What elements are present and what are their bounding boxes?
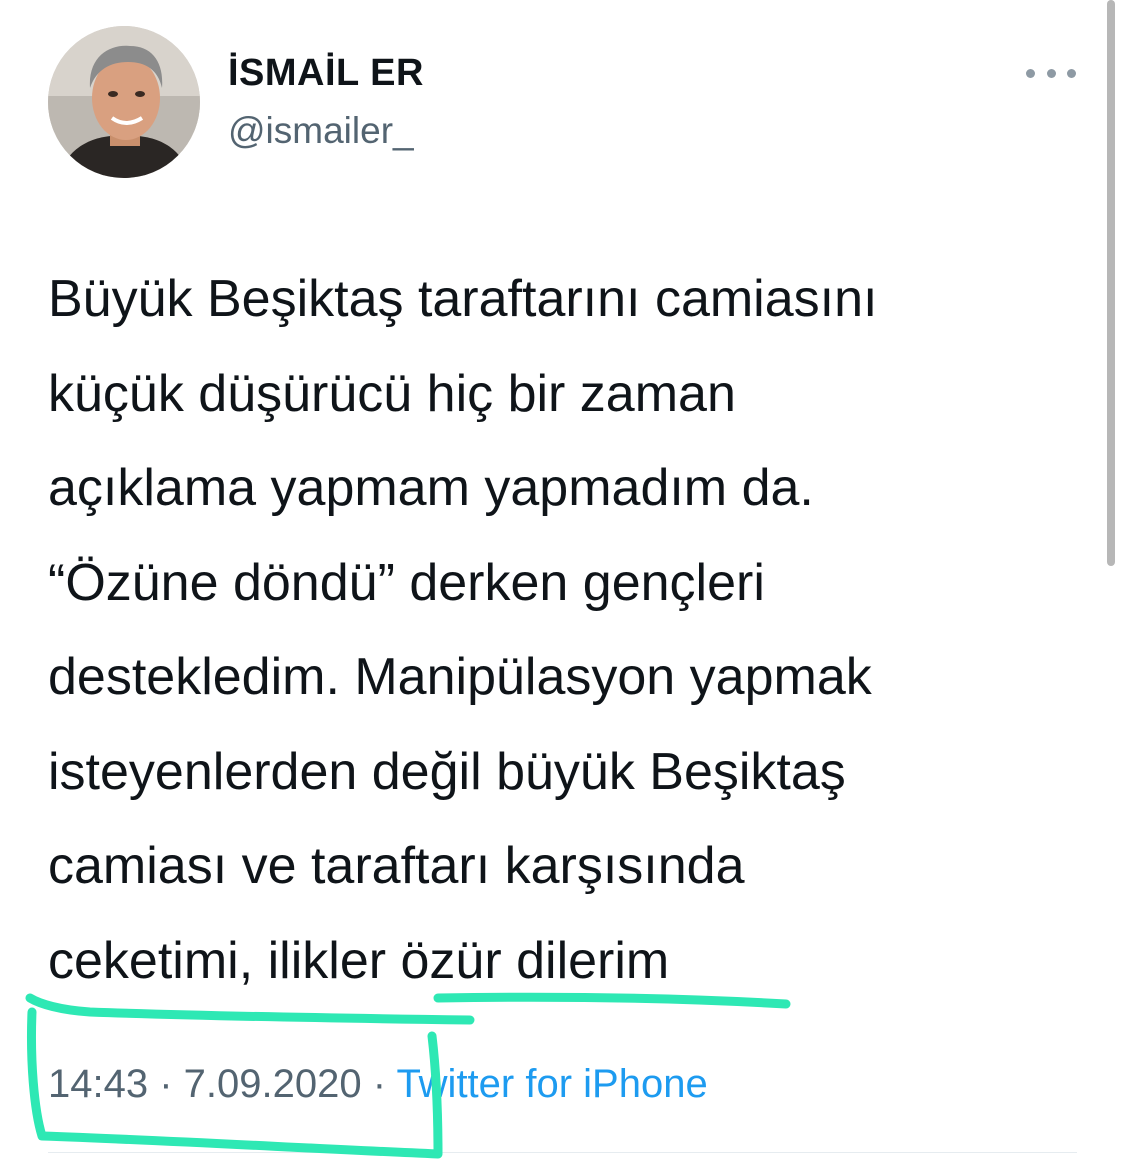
more-dot: [1046, 68, 1056, 78]
tweet-text-line: açıklama yapmam yapmadım da.: [48, 459, 814, 517]
tweet-text-line: ceketimi, ilikler özür dilerim: [48, 931, 670, 990]
divider: [48, 1152, 1077, 1153]
author-avatar[interactable]: [48, 26, 200, 178]
scrollbar[interactable]: [1107, 0, 1115, 566]
profile-photo-icon: [48, 26, 200, 178]
author-handle[interactable]: @ismailer_: [228, 110, 414, 152]
tweet-text-line: “Özüne döndü” derken gençleri: [48, 553, 765, 612]
meta-separator: ·: [361, 1062, 397, 1106]
tweet-source-link[interactable]: Twitter for iPhone: [396, 1062, 707, 1106]
more-dot: [1067, 68, 1076, 78]
meta-separator: ·: [148, 1062, 184, 1106]
tweet-text-line: destekledim. Manipülasyon yapmak: [48, 648, 872, 706]
tweet-text: Büyük Beşiktaş taraftarını camiasını küç…: [48, 252, 1058, 1008]
tweet-time[interactable]: 14:43: [48, 1062, 148, 1106]
tweet-meta: 14:43 · 7.09.2020 · Twitter for iPhone: [48, 1062, 708, 1107]
tweet-text-line: Büyük Beşiktaş taraftarını camiasını: [48, 270, 878, 328]
tweet-text-line: camiası ve taraftarı karşısında: [48, 837, 745, 895]
author-display-name[interactable]: İSMAİL ER: [228, 52, 424, 95]
tweet-text-line: küçük düşürücü hiç bir zaman: [48, 364, 736, 423]
more-dot: [1026, 68, 1035, 78]
more-horizontal-icon[interactable]: [1026, 56, 1076, 90]
tweet-text-line: isteyenlerden değil büyük Beşiktaş: [48, 742, 846, 801]
tweet-date[interactable]: 7.09.2020: [184, 1062, 362, 1106]
tweet-detail: İSMAİL ER @ismailer_ Büyük Beşiktaş tara…: [0, 0, 1125, 1165]
